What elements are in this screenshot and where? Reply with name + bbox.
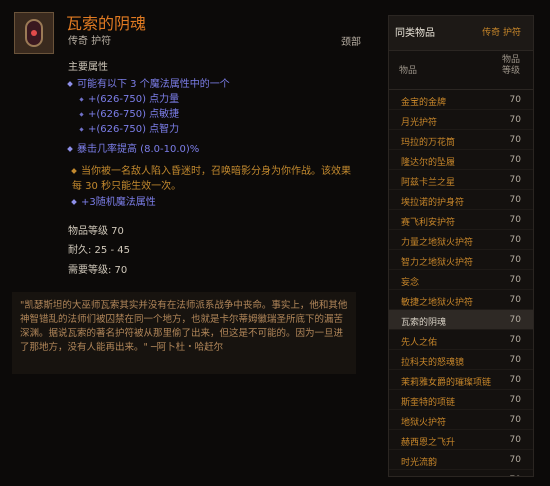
list-item-level: 70 bbox=[509, 435, 521, 445]
list-item-name: 艾利荷之眼 bbox=[401, 475, 446, 476]
list-item-level: 70 bbox=[509, 235, 521, 245]
bullet-icon bbox=[71, 199, 77, 205]
list-item[interactable]: 拉科夫的怒魂镜 70 bbox=[389, 350, 533, 370]
list-item-name: 力量之地狱火护符 bbox=[401, 238, 474, 248]
list-item-level: 70 bbox=[509, 95, 521, 105]
list-item[interactable]: 金宝的金牌 70 bbox=[389, 90, 533, 110]
list-item-name: 地狱火护符 bbox=[401, 418, 447, 428]
list-item-name: 斯奎特的项链 bbox=[401, 398, 456, 408]
item-tooltip: 瓦索的阴魂 传奇 护符 颈部 主要属性 可能有以下 3 个魔法属性中的一个 +(… bbox=[0, 0, 380, 486]
list-item-level: 70 bbox=[509, 115, 521, 125]
list-item[interactable]: 先人之佑 70 bbox=[389, 330, 533, 350]
table-header: 物品 物品等级 bbox=[389, 51, 533, 90]
list-item-name: 月光护符 bbox=[401, 118, 438, 128]
list-item-name: 茉莉雅女爵的璀璨项链 bbox=[401, 378, 492, 388]
list-item-level: 70 bbox=[509, 135, 521, 145]
similar-items-panel: 同类物品 传奇 护符 物品 物品等级 金宝的金牌 70 月光护符 70 玛拉的万花筒 70… bbox=[388, 15, 534, 477]
list-item[interactable]: 时光流韵 70 bbox=[389, 450, 533, 470]
list-item-name: 赛飞利安护符 bbox=[401, 218, 456, 228]
list-item-level: 70 bbox=[509, 355, 521, 365]
list-item-name: 埃拉诺的护身符 bbox=[401, 198, 465, 208]
option-line: +(626-750) 点智力 bbox=[79, 120, 179, 135]
option-line: +(626-750) 点力量 bbox=[79, 90, 179, 105]
column-item-level[interactable]: 物品等级 bbox=[499, 55, 523, 77]
filter-label[interactable]: 传奇 护符 bbox=[482, 25, 521, 38]
list-item-name: 敏捷之地狱火护符 bbox=[401, 298, 474, 308]
list-item[interactable]: 赛飞利安护符 70 bbox=[389, 210, 533, 230]
list-item-level: 70 bbox=[509, 375, 521, 385]
bullet-icon bbox=[79, 126, 84, 132]
durability: 耐久: 25 - 45 bbox=[68, 245, 130, 256]
list-item-name: 赫西恩之飞升 bbox=[401, 438, 456, 448]
item-list: 金宝的金牌 70 月光护符 70 玛拉的万花筒 70 隆达尔的坠履 70 阿兹卡兰之星 70 埃拉诺… bbox=[389, 90, 533, 476]
list-item[interactable]: 敏捷之地狱火护符 70 bbox=[389, 290, 533, 310]
list-item-name: 妄念 bbox=[401, 278, 420, 288]
list-item[interactable]: 赫西恩之飞升 70 bbox=[389, 430, 533, 450]
item-icon-frame bbox=[14, 12, 54, 54]
list-item-level: 70 bbox=[509, 455, 521, 465]
list-item[interactable]: 地狱火护符 70 bbox=[389, 410, 533, 430]
list-item-name: 时光流韵 bbox=[401, 458, 438, 468]
list-item-level: 70 bbox=[510, 475, 521, 476]
primary-stats-heading: 主要属性 bbox=[68, 62, 108, 73]
list-item-name: 玛拉的万花筒 bbox=[401, 138, 456, 148]
bullet-icon bbox=[67, 146, 73, 152]
item-title: 瓦索的阴魂 bbox=[66, 14, 147, 33]
list-item-name: 金宝的金牌 bbox=[401, 98, 447, 108]
list-item[interactable]: 隆达尔的坠履 70 bbox=[389, 150, 533, 170]
list-item[interactable]: 阿兹卡兰之星 70 bbox=[389, 170, 533, 190]
list-item[interactable]: 埃拉诺的护身符 70 bbox=[389, 190, 533, 210]
list-item-level: 70 bbox=[509, 175, 521, 185]
crit-chance-line: 暴击几率提高 (8.0-10.0)% bbox=[67, 140, 199, 155]
list-item-level: 70 bbox=[509, 275, 521, 285]
list-item[interactable]: 斯奎特的项链 70 bbox=[389, 390, 533, 410]
list-item-name: 瓦索的阴魂 bbox=[401, 318, 447, 328]
list-item-name: 隆达尔的坠履 bbox=[401, 158, 456, 168]
list-item-name: 先人之佑 bbox=[401, 338, 438, 348]
random-affixes-line: +3随机魔法属性 bbox=[71, 193, 156, 208]
list-item[interactable]: 妄念 70 bbox=[389, 270, 533, 290]
list-item[interactable]: 玛拉的万花筒 70 bbox=[389, 130, 533, 150]
panel-title: 同类物品 bbox=[395, 28, 435, 39]
bullet-icon bbox=[67, 81, 73, 87]
legendary-effect: 当你被一名敌人陷入昏迷时，召唤暗影分身为你作战。该效果每 30 秒只能生效一次。 bbox=[71, 166, 351, 192]
list-item-level: 70 bbox=[509, 155, 521, 165]
item-type: 传奇 护符 bbox=[68, 36, 112, 47]
item-slot: 颈部 bbox=[341, 37, 361, 48]
option-line: +(626-750) 点敏捷 bbox=[79, 105, 179, 120]
list-item-level: 70 bbox=[509, 215, 521, 225]
flavor-text: "凯瑟斯坦的大巫师瓦索其实并没有在法师派系战争中丧命。事实上，他和其他神智错乱的… bbox=[12, 292, 356, 374]
list-item-level: 70 bbox=[509, 315, 521, 325]
column-item[interactable]: 物品 bbox=[399, 63, 417, 76]
list-item[interactable]: 艾利荷之眼 70 bbox=[389, 470, 533, 476]
list-item-level: 70 bbox=[509, 255, 521, 265]
list-item[interactable]: 瓦索的阴魂 70 bbox=[389, 310, 533, 330]
list-item-level: 70 bbox=[509, 335, 521, 345]
list-item-name: 拉科夫的怒魂镜 bbox=[401, 358, 465, 368]
required-level: 需要等级: 70 bbox=[68, 265, 128, 276]
panel-header: 同类物品 传奇 护符 bbox=[389, 16, 533, 51]
list-item-name: 阿兹卡兰之星 bbox=[401, 178, 456, 188]
list-item[interactable]: 智力之地狱火护符 70 bbox=[389, 250, 533, 270]
list-item-name: 智力之地狱火护符 bbox=[401, 258, 474, 268]
item-level: 物品等级 70 bbox=[68, 226, 124, 237]
list-item-level: 70 bbox=[509, 295, 521, 305]
list-item[interactable]: 茉莉雅女爵的璀璨项链 70 bbox=[389, 370, 533, 390]
bullet-icon bbox=[79, 96, 84, 102]
amulet-icon bbox=[25, 19, 43, 47]
bullet-icon bbox=[71, 168, 77, 174]
bullet-icon bbox=[79, 111, 84, 117]
list-item-level: 70 bbox=[509, 195, 521, 205]
list-item[interactable]: 月光护符 70 bbox=[389, 110, 533, 130]
list-item-level: 70 bbox=[509, 395, 521, 405]
choose-one-line: 可能有以下 3 个魔法属性中的一个 bbox=[67, 75, 230, 90]
list-item-level: 70 bbox=[509, 415, 521, 425]
list-item[interactable]: 力量之地狱火护符 70 bbox=[389, 230, 533, 250]
